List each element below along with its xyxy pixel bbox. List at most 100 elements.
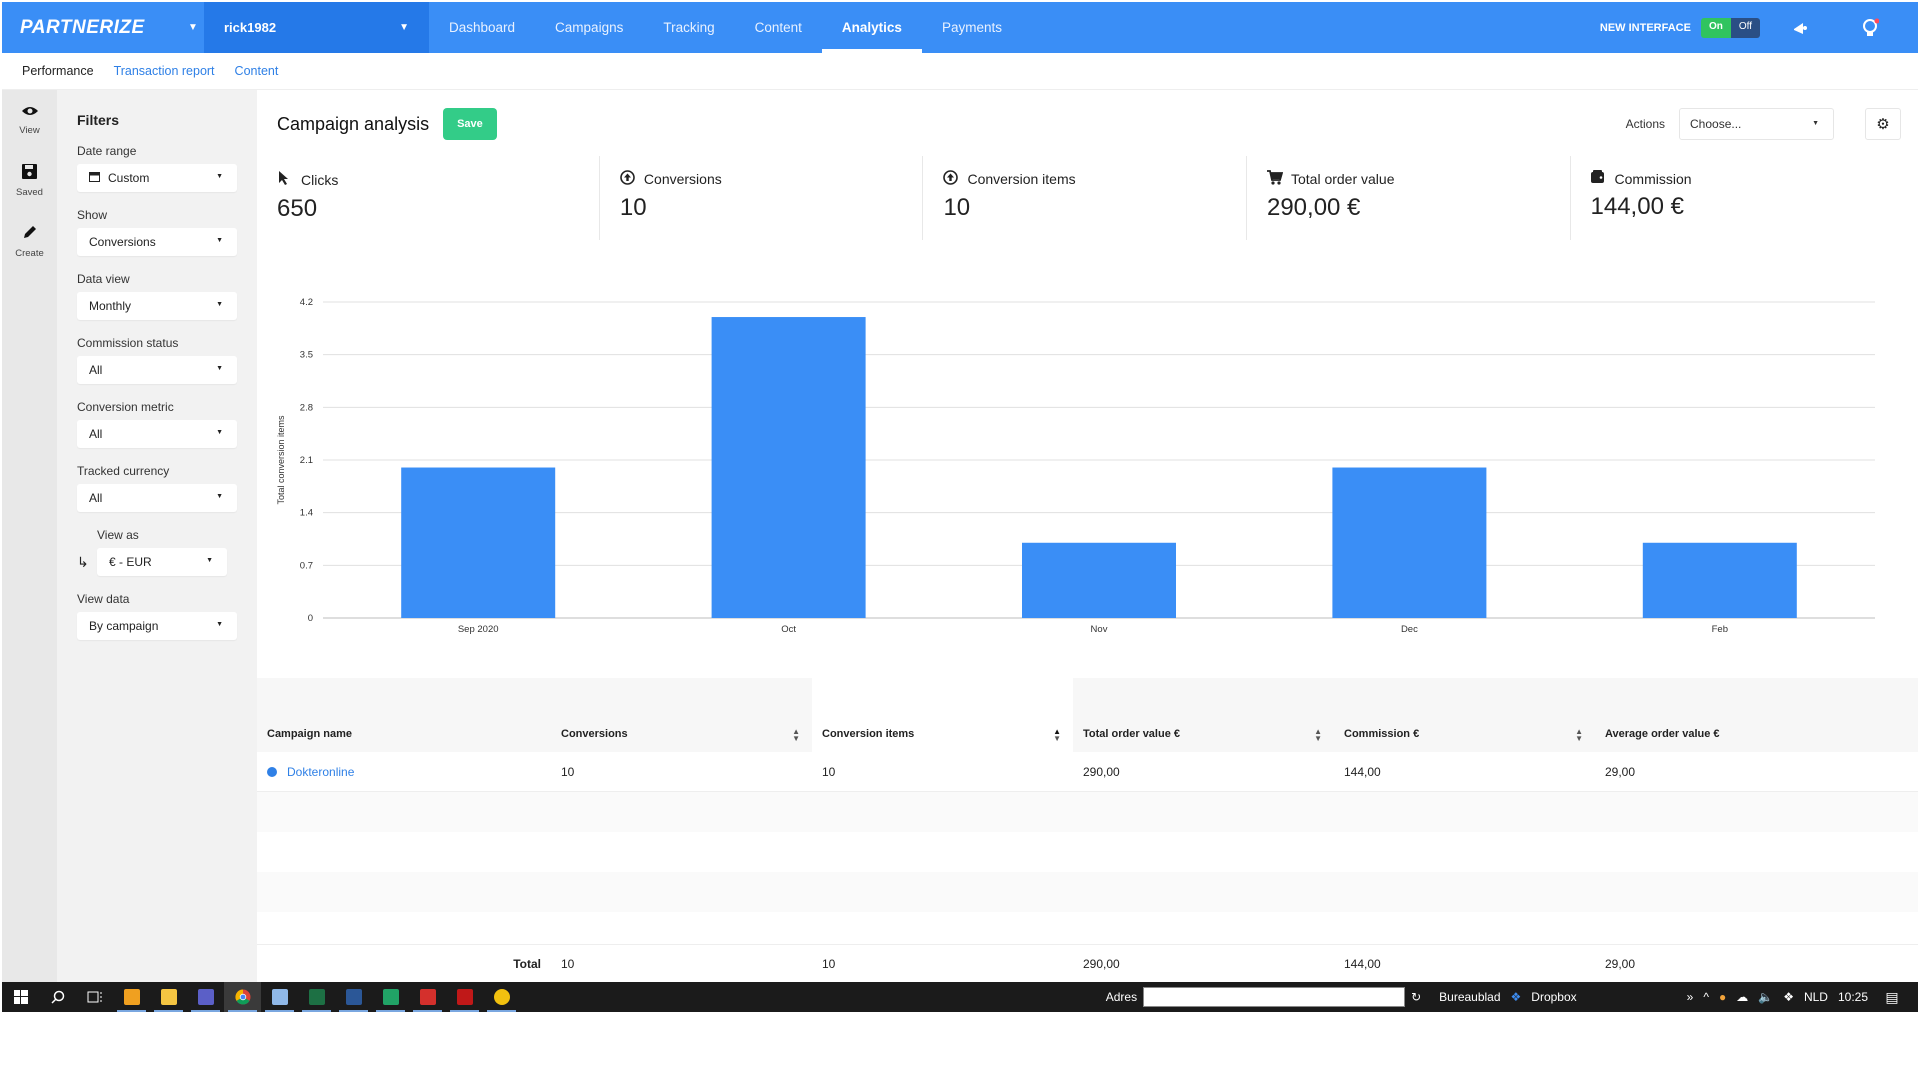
th-total-order-value[interactable]: Total order value € ▲ ▼ (1073, 678, 1334, 752)
filters-panel: Filters Date range Custom ▼ Show Convers… (57, 90, 257, 982)
brand-dropdown-icon[interactable]: ▼ (182, 22, 204, 33)
data-view-select[interactable]: Monthly ▼ (77, 292, 237, 320)
th-campaign-name[interactable]: Campaign name (257, 678, 551, 752)
actions-label: Actions (1625, 117, 1665, 131)
rail-view[interactable]: View (2, 104, 57, 150)
tracked-currency-value: All (89, 491, 103, 505)
view-as-select[interactable]: € - EUR ▼ (97, 548, 227, 576)
speaker-icon[interactable]: 🔈 (1758, 990, 1773, 1004)
empty-row (257, 872, 1918, 912)
th-conversion-items[interactable]: Conversion items ▲ ▼ (812, 678, 1073, 752)
rail-saved[interactable]: Saved (2, 164, 57, 210)
nav-tracking[interactable]: Tracking (643, 2, 734, 53)
account-switcher[interactable]: rick1982 ▼ (204, 2, 429, 53)
view-data-select[interactable]: By campaign ▼ (77, 612, 237, 640)
conversion-metric-value: All (89, 427, 103, 441)
y-tick-label: 2.8 (300, 402, 313, 413)
excel-icon[interactable] (298, 982, 335, 1012)
nav-dashboard[interactable]: Dashboard (429, 2, 535, 53)
search-icon[interactable] (39, 982, 76, 1012)
excel-icon[interactable] (372, 982, 409, 1012)
acrobat-icon[interactable] (409, 982, 446, 1012)
th-average-order-value[interactable]: Average order value € (1595, 678, 1918, 752)
bar (1332, 467, 1487, 618)
kpi-label: Commission (1614, 170, 1692, 187)
caret-down-icon: ▼ (216, 493, 223, 500)
task-view-icon[interactable] (76, 982, 113, 1012)
address-input[interactable] (1143, 987, 1406, 1007)
th-conversions[interactable]: Conversions ▲ ▼ (551, 678, 812, 752)
windows-start-icon[interactable] (2, 982, 39, 1012)
campaign-link[interactable]: Dokteronline (287, 765, 354, 779)
file-explorer-icon[interactable] (150, 982, 187, 1012)
refresh-icon[interactable]: ↻ (1411, 990, 1421, 1004)
save-button[interactable]: Save (443, 108, 497, 140)
x-tick-label: Oct (781, 624, 796, 635)
filters-title: Filters (77, 112, 120, 128)
media-app-icon[interactable] (113, 982, 150, 1012)
kpi-label: Conversion items (967, 171, 1076, 187)
cell-conversion-items: 10 (822, 764, 836, 779)
language-indicator[interactable]: NLD (1804, 990, 1828, 1004)
th-label: Average order value € (1605, 728, 1720, 740)
nav-payments[interactable]: Payments (922, 2, 1022, 53)
total-conversions: 10 (561, 956, 575, 971)
notepad-icon[interactable] (261, 982, 298, 1012)
view-data-value: By campaign (89, 619, 159, 633)
date-range-label: Date range (77, 144, 137, 158)
bar (1022, 542, 1176, 618)
word-icon[interactable] (335, 982, 372, 1012)
sub-nav: Performance Transaction report Content (2, 53, 1918, 90)
sort-icon: ▲ ▼ (1575, 727, 1583, 743)
nav-analytics[interactable]: Analytics (821, 2, 922, 53)
data-view-label: Data view (77, 272, 130, 286)
norton-icon[interactable] (483, 982, 520, 1012)
nav-campaigns[interactable]: Campaigns (535, 2, 643, 53)
settings-button[interactable]: ⚙ (1865, 108, 1901, 140)
tracked-currency-select[interactable]: All ▼ (77, 484, 237, 512)
date-range-select[interactable]: Custom ▼ (77, 164, 237, 192)
empty-row (257, 832, 1918, 872)
account-name: rick1982 (224, 20, 277, 35)
wallet-icon (1590, 170, 1605, 187)
actions-select[interactable]: Choose... ▼ (1679, 108, 1834, 140)
desktop-label[interactable]: Bureaublad (1439, 990, 1500, 1004)
lightbulb-icon[interactable] (1840, 18, 1900, 38)
y-tick-label: 1.4 (300, 508, 313, 519)
dropbox-tray-icon[interactable]: ❖ (1783, 990, 1794, 1004)
dropbox-label[interactable]: Dropbox (1531, 990, 1576, 1004)
x-tick-label: Sep 2020 (458, 624, 499, 635)
mcafee-icon[interactable] (446, 982, 483, 1012)
kpi-conversion-items: Conversion items 10 (923, 156, 1247, 240)
conversion-metric-select[interactable]: All ▼ (77, 420, 237, 448)
y-tick-label: 0 (308, 613, 313, 624)
total-commission: 144,00 (1344, 956, 1381, 971)
main-nav: Dashboard Campaigns Tracking Content Ana… (429, 2, 1022, 53)
series-dot (267, 766, 277, 777)
chrome-icon[interactable] (224, 982, 261, 1012)
new-interface-toggle[interactable]: On Off (1700, 17, 1760, 38)
chevron-up-icon[interactable]: ^ (1703, 990, 1709, 1004)
cloud-icon[interactable]: ☁ (1736, 990, 1748, 1004)
dropbox-icon: ❖ (1510, 990, 1522, 1004)
show-select[interactable]: Conversions ▼ (77, 228, 237, 256)
notification-icon[interactable]: ▤ (1878, 989, 1906, 1006)
app-tray-icon[interactable]: ● (1719, 990, 1726, 1004)
toggle-off[interactable]: Off (1730, 17, 1760, 38)
brand-logo[interactable]: PARTNERIZE (2, 2, 202, 53)
teams-icon[interactable] (187, 982, 224, 1012)
commission-status-select[interactable]: All ▼ (77, 356, 237, 384)
nav-content[interactable]: Content (735, 2, 822, 53)
subnav-transaction-report[interactable]: Transaction report (114, 64, 215, 78)
total-order-value: 290,00 (1083, 956, 1120, 971)
rail-create[interactable]: Create (2, 224, 57, 270)
subnav-performance[interactable]: Performance (22, 64, 94, 78)
show-value: Conversions (89, 235, 156, 249)
toggle-on[interactable]: On (1700, 17, 1731, 38)
chevrons-right-icon[interactable]: » (1687, 990, 1694, 1004)
clock[interactable]: 10:25 (1838, 990, 1868, 1004)
announcement-icon[interactable] (1770, 19, 1830, 37)
kpi-row: Clicks 650 Conversions 10 Conversion ite… (277, 156, 1894, 240)
th-commission[interactable]: Commission € ▲ ▼ (1334, 678, 1595, 752)
subnav-content[interactable]: Content (235, 64, 279, 78)
